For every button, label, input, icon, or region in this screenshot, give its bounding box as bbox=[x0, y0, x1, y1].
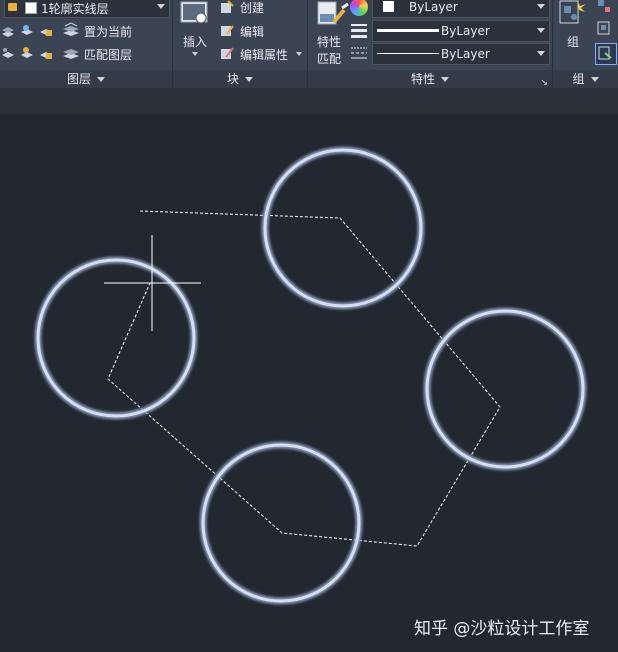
chevron-down-icon bbox=[97, 77, 105, 82]
group-icon[interactable] bbox=[557, 0, 587, 28]
group-button[interactable]: 组 bbox=[567, 33, 579, 50]
layers-panel-title[interactable]: 图层 bbox=[0, 70, 172, 88]
group-selection-icon[interactable] bbox=[595, 43, 617, 65]
layer-thaw-icon[interactable] bbox=[19, 45, 35, 61]
layer-dropdown[interactable]: 1轮廓实线层 bbox=[4, 0, 170, 18]
linetype-value: ByLayer bbox=[441, 47, 490, 61]
lineweight-dropdown[interactable]: ByLayer bbox=[372, 20, 550, 42]
lineweight-value: ByLayer bbox=[441, 24, 490, 38]
layer-lock-icon[interactable] bbox=[38, 22, 54, 38]
groups-panel: 组 组 bbox=[553, 0, 618, 88]
dashed-polyline[interactable] bbox=[107, 210, 501, 547]
set-current-button[interactable]: 置为当前 bbox=[84, 23, 132, 40]
color-value: ByLayer bbox=[409, 0, 458, 14]
chevron-down-icon[interactable] bbox=[296, 52, 302, 56]
linetype-icon[interactable] bbox=[350, 45, 368, 61]
color-dropdown[interactable]: ByLayer bbox=[372, 0, 550, 18]
properties-panel-title-text: 特性 bbox=[410, 72, 435, 86]
chevron-down-icon bbox=[245, 77, 253, 82]
crosshair-cursor bbox=[104, 235, 201, 331]
set-current-icon[interactable] bbox=[62, 22, 79, 38]
match-layer-button[interactable]: 匹配图层 bbox=[84, 46, 132, 63]
ribbon: 1轮廓实线层 置为当前 匹配图层 图层 插入 创建 编辑 编辑属性 块 特性 匹… bbox=[0, 0, 618, 89]
chevron-down-icon bbox=[537, 51, 545, 56]
drawing-canvas[interactable] bbox=[0, 114, 618, 652]
lineweight-preview bbox=[377, 29, 439, 32]
chevron-down-icon bbox=[157, 4, 165, 9]
layer-color-swatch bbox=[25, 2, 37, 14]
chevron-down-icon bbox=[590, 77, 599, 82]
layers-panel-title-text: 图层 bbox=[66, 72, 91, 86]
circle-top[interactable] bbox=[261, 146, 425, 310]
current-layer-name: 1轮廓实线层 bbox=[41, 2, 109, 16]
block-panel-title-text: 块 bbox=[226, 72, 239, 86]
circle-bottom[interactable] bbox=[199, 441, 363, 605]
edit-attributes-button[interactable]: 编辑属性 bbox=[240, 46, 288, 63]
block-panel-title[interactable]: 块 bbox=[173, 70, 307, 88]
edit-attributes-icon[interactable] bbox=[219, 45, 235, 61]
create-block-icon[interactable] bbox=[219, 0, 235, 15]
match-properties-icon[interactable] bbox=[316, 0, 350, 28]
insert-block-icon[interactable] bbox=[179, 0, 211, 26]
layers-panel: 1轮廓实线层 置为当前 匹配图层 图层 bbox=[0, 0, 172, 88]
edit-block-icon[interactable] bbox=[219, 22, 235, 38]
chevron-down-icon bbox=[537, 4, 545, 9]
color-wheel-icon[interactable] bbox=[350, 0, 368, 16]
linetype-dropdown[interactable]: ByLayer bbox=[372, 43, 550, 65]
layer-off-icon[interactable] bbox=[0, 45, 16, 61]
color-swatch bbox=[383, 1, 394, 12]
create-block-button[interactable]: 创建 bbox=[240, 0, 264, 16]
ungroup-icon[interactable] bbox=[596, 0, 612, 14]
groups-panel-title[interactable]: 组 bbox=[553, 70, 618, 88]
layer-isolate-icon[interactable] bbox=[0, 22, 16, 38]
group-edit-icon[interactable] bbox=[596, 20, 612, 36]
linetype-preview bbox=[377, 53, 439, 54]
properties-panel-title[interactable]: 特性 ↘ bbox=[308, 70, 552, 88]
match-properties-line2[interactable]: 匹配 bbox=[317, 50, 341, 67]
block-panel: 插入 创建 编辑 编辑属性 块 bbox=[173, 0, 307, 88]
chevron-down-icon bbox=[537, 28, 545, 33]
lineweight-icon[interactable] bbox=[350, 22, 368, 38]
insert-button[interactable]: 插入 bbox=[183, 33, 207, 50]
chevron-down-icon bbox=[441, 77, 449, 82]
lock-icon bbox=[8, 3, 17, 11]
properties-panel: 特性 匹配 ByLayer ByLayer ByLayer 特性 ↘ bbox=[308, 0, 552, 88]
layer-unlock-icon[interactable] bbox=[38, 45, 54, 61]
ribbon-bottom-strip bbox=[0, 89, 618, 114]
layer-freeze-icon[interactable] bbox=[19, 22, 35, 38]
edit-block-button[interactable]: 编辑 bbox=[240, 23, 264, 40]
match-layer-icon[interactable] bbox=[62, 45, 79, 61]
watermark-text: 知乎 @沙粒设计工作室 bbox=[414, 619, 590, 639]
match-properties-line1[interactable]: 特性 bbox=[317, 33, 341, 50]
chevron-down-icon[interactable] bbox=[192, 52, 198, 56]
groups-panel-title-text: 组 bbox=[572, 72, 585, 86]
circle-right[interactable] bbox=[423, 307, 587, 471]
